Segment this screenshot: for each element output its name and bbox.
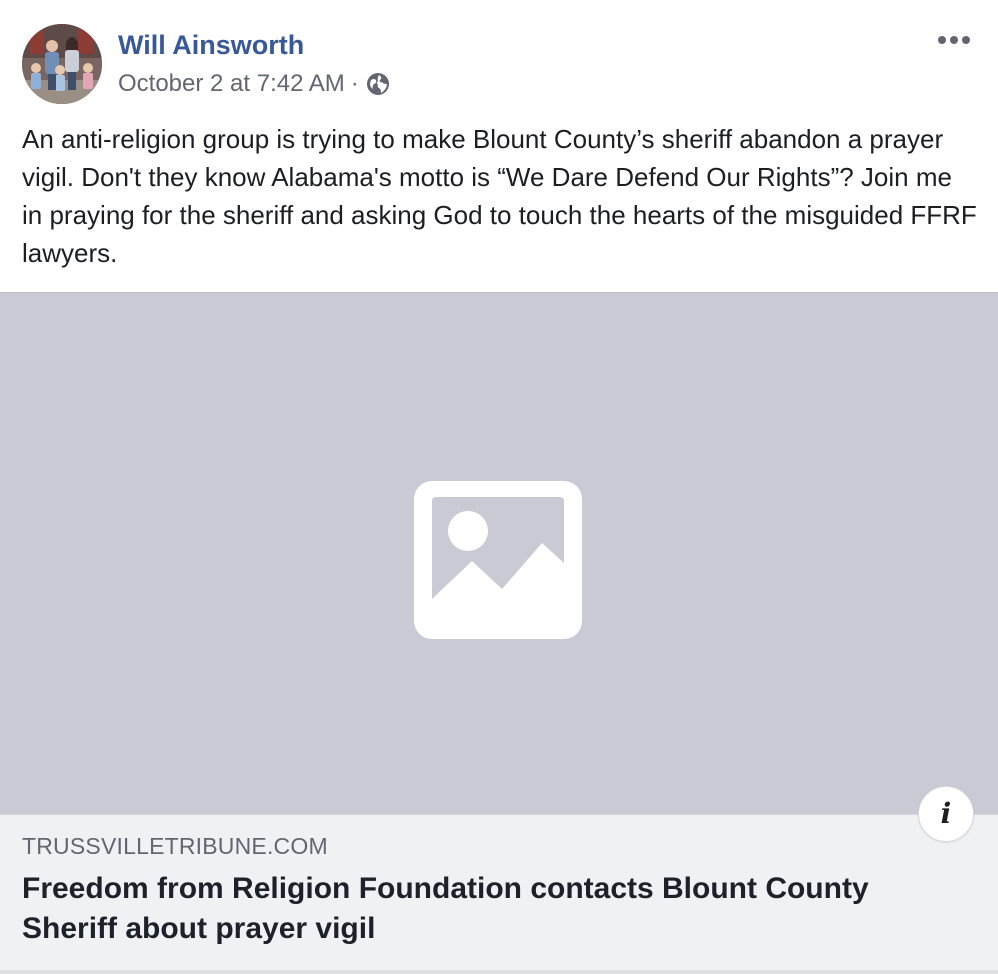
post-header: Will Ainsworth October 2 at 7:42 AM ·	[22, 24, 976, 104]
globe-icon[interactable]	[365, 71, 391, 97]
link-preview-image[interactable]	[0, 292, 998, 815]
post-message: An anti-religion group is trying to make…	[22, 124, 977, 268]
avatar-photo	[22, 24, 102, 104]
image-placeholder-icon	[414, 481, 582, 639]
meta-separator: ·	[350, 70, 359, 97]
author-name-link[interactable]: Will Ainsworth	[118, 30, 304, 61]
link-headline[interactable]: Freedom from Religion Foundation contact…	[22, 869, 942, 949]
post-bottom-divider	[0, 970, 998, 974]
more-options-icon[interactable]	[934, 30, 974, 50]
info-button[interactable]: i	[918, 786, 974, 842]
facebook-post: Will Ainsworth October 2 at 7:42 AM · An…	[0, 0, 998, 974]
link-preview-caption[interactable]: TRUSSVILLETRIBUNE.COM Freedom from Relig…	[0, 814, 998, 971]
post-meta: October 2 at 7:42 AM ·	[118, 70, 391, 98]
author-avatar[interactable]	[22, 24, 102, 104]
post-timestamp[interactable]: October 2 at 7:42 AM	[118, 70, 345, 98]
info-icon: i	[940, 797, 952, 830]
link-domain: TRUSSVILLETRIBUNE.COM	[22, 833, 328, 859]
